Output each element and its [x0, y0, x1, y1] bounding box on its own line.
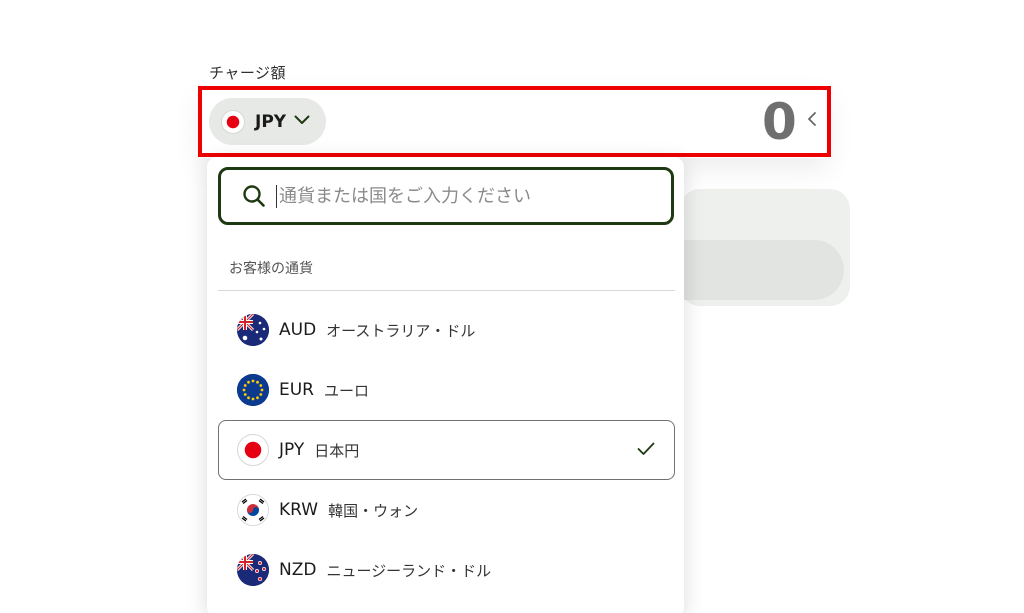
backspace-chevron-icon[interactable]	[806, 110, 818, 128]
currency-name: ニュージーランド・ドル	[326, 561, 492, 580]
korea-flag-icon	[237, 494, 269, 526]
currency-code: EUR	[279, 380, 314, 400]
currency-item-aud[interactable]: AUD オーストラリア・ドル	[218, 300, 675, 360]
new-zealand-flag-icon	[237, 554, 269, 586]
currency-name: 日本円	[314, 441, 360, 460]
japan-flag-icon	[237, 434, 269, 466]
charge-amount-label: チャージ額	[209, 64, 287, 82]
currency-selector-button[interactable]: JPY	[209, 98, 326, 145]
currency-item-jpy[interactable]: JPY 日本円	[218, 420, 675, 480]
chevron-down-icon	[294, 115, 310, 124]
currency-name: 韓国・ウォン	[328, 501, 419, 520]
japan-flag-icon	[221, 109, 245, 134]
currency-dropdown: お客様の通貨	[207, 157, 684, 613]
currency-code: NZD	[279, 560, 317, 580]
search-box[interactable]	[218, 167, 674, 225]
background-card-button	[680, 240, 844, 300]
currency-name: ユーロ	[324, 381, 370, 400]
search-icon	[243, 185, 265, 207]
currency-item-eur[interactable]: EUR ユーロ	[218, 360, 675, 420]
checkmark-icon	[637, 442, 655, 455]
currency-code: KRW	[279, 500, 319, 520]
page: チャージ額 JPY 0 お客様の通貨	[0, 0, 1024, 613]
currency-code: JPY	[279, 440, 305, 460]
section-title: お客様の通貨	[229, 261, 313, 277]
eu-flag-icon	[237, 374, 269, 406]
currency-item-krw[interactable]: KRW 韓国・ウォン	[218, 480, 675, 540]
currency-name: オーストラリア・ドル	[326, 321, 476, 340]
currency-code: AUD	[279, 320, 317, 340]
australia-flag-icon	[237, 314, 269, 346]
currency-list: AUD オーストラリア・ドル EUR ユーロ JPY 日本円 KRW 韓国・ウォ…	[218, 300, 675, 600]
divider	[218, 290, 675, 291]
amount-value[interactable]: 0	[762, 92, 797, 152]
search-input[interactable]	[276, 184, 661, 208]
currency-item-nzd[interactable]: NZD ニュージーランド・ドル	[218, 540, 675, 600]
currency-code: JPY	[255, 111, 287, 132]
